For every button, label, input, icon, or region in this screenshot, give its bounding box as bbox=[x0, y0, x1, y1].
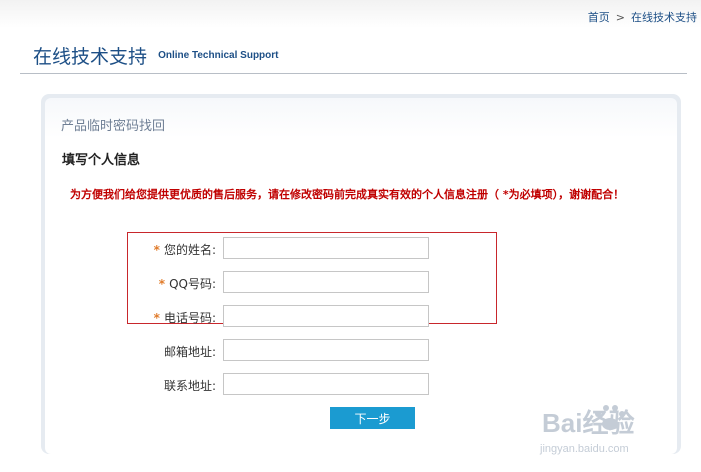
field-label-text: 电话号码: bbox=[163, 311, 216, 325]
form-row-address: 联系地址: bbox=[138, 373, 438, 397]
breadcrumb-separator: > bbox=[615, 11, 625, 24]
address-input[interactable] bbox=[223, 373, 429, 395]
breadcrumb: 首页 > 在线技术支持 bbox=[588, 9, 697, 25]
field-label: * QQ号码: bbox=[159, 275, 216, 292]
form-row-name: * 您的姓名: bbox=[138, 237, 438, 261]
page-title: 在线技术支持 bbox=[33, 46, 148, 68]
phone-input[interactable] bbox=[223, 305, 429, 327]
field-label-text: 您的姓名: bbox=[163, 243, 216, 257]
qq-input[interactable] bbox=[223, 271, 429, 293]
field-label: * 您的姓名: bbox=[154, 241, 216, 258]
required-star: * bbox=[153, 311, 160, 325]
breadcrumb-home-link[interactable]: 首页 bbox=[588, 11, 610, 24]
field-label: 邮箱地址: bbox=[163, 345, 216, 359]
email-input[interactable] bbox=[223, 339, 429, 361]
field-label: 联系地址: bbox=[163, 379, 216, 393]
page-header: 在线技术支持 Online Technical Support bbox=[33, 42, 279, 69]
field-label: * 电话号码: bbox=[154, 309, 216, 326]
name-input[interactable] bbox=[223, 237, 429, 259]
next-step-button[interactable]: 下一步 bbox=[330, 407, 415, 429]
breadcrumb-current-link[interactable]: 在线技术支持 bbox=[631, 11, 697, 24]
header-divider bbox=[20, 73, 687, 74]
required-star: * bbox=[153, 243, 160, 257]
notice-text: 为方便我们给您提供更优质的售后服务，请在修改密码前完成真实有效的个人信息注册（ … bbox=[70, 188, 625, 201]
page-subtitle: Online Technical Support bbox=[158, 50, 279, 61]
section-title: 产品临时密码找回 bbox=[61, 119, 166, 134]
form-row-qq: * QQ号码: bbox=[138, 271, 438, 295]
form-row-phone: * 电话号码: bbox=[138, 305, 438, 329]
form-row-email: 邮箱地址: bbox=[138, 339, 438, 363]
required-star: * bbox=[158, 277, 166, 291]
form-title: 填写个人信息 bbox=[62, 153, 141, 168]
field-label-text: QQ号码: bbox=[169, 277, 216, 291]
